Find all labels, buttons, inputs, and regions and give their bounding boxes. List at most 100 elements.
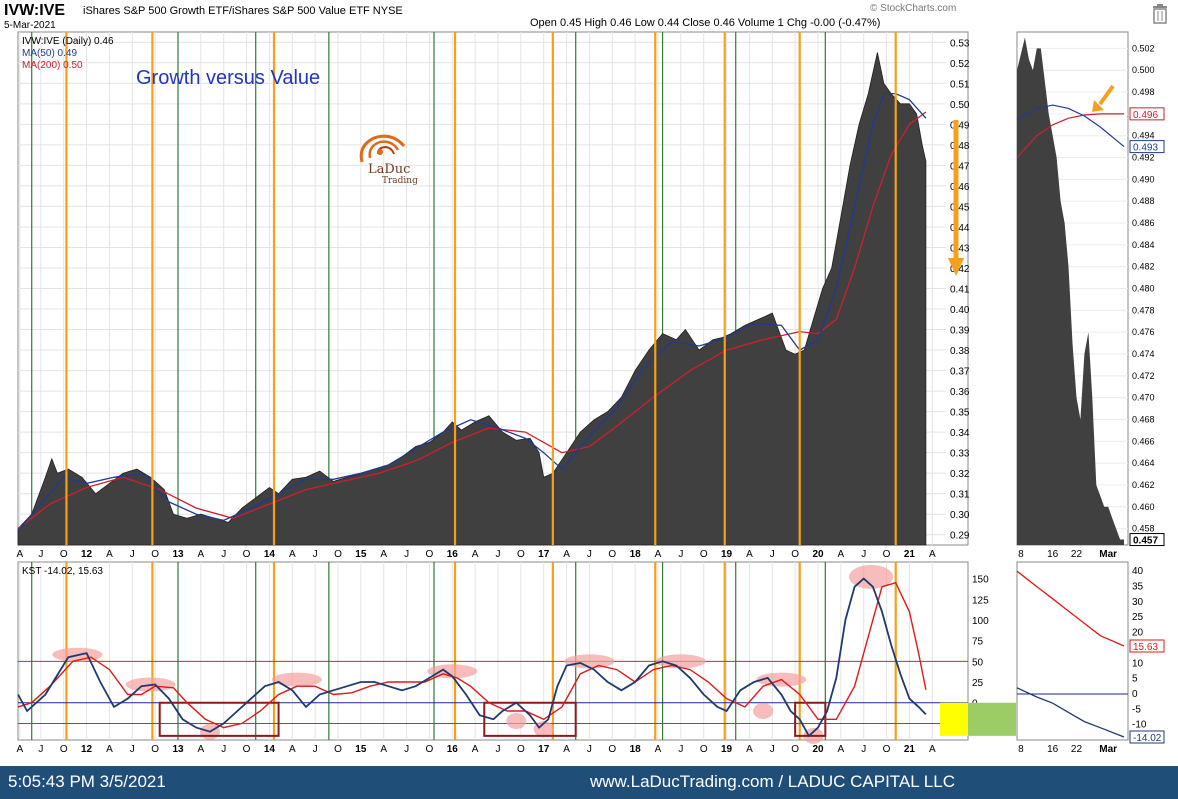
x-tick-label: A: [472, 744, 479, 755]
x-tick-label: A: [929, 744, 936, 755]
x-tick-label: O: [151, 549, 159, 560]
x-tick-label: 15: [355, 549, 367, 560]
y-tick-label: 0.53: [950, 38, 970, 49]
y-tick-label: 150: [972, 575, 989, 586]
x-tick-label: O: [700, 744, 708, 755]
x-tick-label: J: [496, 744, 501, 755]
x-tick-label: 19: [721, 549, 733, 560]
value-tag: 0.457: [1133, 536, 1158, 547]
laduc-logo: LaDuc Trading: [352, 132, 432, 192]
y-tick-label: -10: [1132, 720, 1147, 731]
y-tick-label: 0.38: [950, 346, 970, 357]
x-tick-label: J: [587, 744, 592, 755]
x-tick-label: A: [380, 744, 387, 755]
y-tick-label: 0.482: [1132, 262, 1155, 272]
y-tick-label: 0.43: [950, 243, 970, 254]
x-tick-label: J: [861, 744, 866, 755]
y-tick-label: 0.478: [1132, 305, 1155, 315]
x-tick-label: 21: [904, 549, 916, 560]
x-tick-label: O: [791, 549, 799, 560]
y-tick-label: 0.45: [950, 202, 970, 213]
y-tick-label: 0.35: [950, 408, 970, 419]
x-tick-label: A: [838, 744, 845, 755]
x-tick-label: J: [221, 744, 226, 755]
value-tag: 0.493: [1133, 143, 1158, 154]
x-tick-label: J: [678, 549, 683, 560]
y-tick-label: 35: [1132, 582, 1144, 593]
x-tick-label: A: [655, 744, 662, 755]
y-tick-label: 0.476: [1132, 327, 1155, 337]
value-tag: -14.02: [1133, 733, 1162, 744]
kst-zoom-panel: 81622Mar-10-5051015202530354015.63-14.02: [1016, 561, 1165, 755]
x-tick-label: A: [16, 744, 23, 755]
x-tick-label: O: [883, 744, 891, 755]
x-tick-label: 13: [172, 549, 184, 560]
y-tick-label: 0.460: [1132, 502, 1155, 512]
x-tick-label: A: [198, 744, 205, 755]
x-tick-label: 12: [81, 549, 93, 560]
y-tick-label: 10: [1132, 658, 1144, 669]
y-tick-label: 0.462: [1132, 480, 1155, 490]
y-tick-label: 0.32: [950, 469, 970, 480]
x-tick-label: A: [563, 549, 570, 560]
x-tick-label: J: [770, 549, 775, 560]
y-tick-label: 5: [1132, 674, 1138, 685]
logo-text-laduc: LaDuc: [368, 162, 411, 177]
chart-canvas: 0.29 0.30 0.31 0.32 0.33 0.34 0.35 0.36 0.37 0.38…: [16, 31, 1165, 755]
y-tick-label: 0.51: [950, 79, 970, 90]
x-tick-label: J: [221, 549, 226, 560]
x-tick-label: J: [770, 744, 775, 755]
x-tick-label: A: [106, 549, 113, 560]
y-tick-label: 30: [1132, 597, 1144, 608]
x-tick-label: J: [130, 744, 135, 755]
x-tick-label: 20: [812, 549, 824, 560]
x-tick-label: O: [426, 549, 434, 560]
y-tick-label: 0.486: [1132, 218, 1155, 228]
x-tick-label: O: [608, 744, 616, 755]
value-tag: 15.63: [1133, 642, 1158, 653]
x-tick-label: 17: [538, 744, 550, 755]
x-tick-label: 16: [1047, 549, 1059, 560]
x-tick-label: A: [746, 549, 753, 560]
y-tick-label: 0.48: [950, 141, 970, 152]
y-tick-label: 0.488: [1132, 196, 1155, 206]
y-tick-label: 0.502: [1132, 43, 1155, 53]
x-tick-label: J: [38, 744, 43, 755]
current-zone-green: [968, 702, 1016, 736]
y-tick-label: 0.50: [950, 100, 970, 111]
price-zoom-panel: 0.458 0.460 0.462 0.464 0.466 0.468 0.470 0.472…: [1016, 31, 1165, 560]
x-tick-label: A: [838, 549, 845, 560]
legend-kst: KST -14.02, 15.63: [22, 566, 103, 577]
x-tick-label: 14: [264, 744, 276, 755]
y-tick-label: 0.466: [1132, 436, 1155, 446]
x-tick-label: 8: [1018, 549, 1024, 560]
y-tick-label: 0.498: [1132, 87, 1155, 97]
x-tick-label: O: [517, 744, 525, 755]
y-tick-label: 0.37: [950, 367, 970, 378]
x-tick-label: A: [16, 549, 23, 560]
x-tick-label: J: [313, 549, 318, 560]
peak-highlight: [564, 654, 615, 669]
x-tick-label: O: [883, 549, 891, 560]
y-tick-label: 0.484: [1132, 240, 1155, 250]
x-tick-label: 20: [812, 744, 824, 755]
y-tick-label: 0.492: [1132, 153, 1155, 163]
y-tick-label: 0.49: [950, 120, 970, 131]
x-tick-label: O: [243, 549, 251, 560]
x-tick-label: J: [313, 744, 318, 755]
y-tick-label: 100: [972, 616, 989, 627]
x-tick-label: 17: [538, 549, 550, 560]
y-tick-label: 0.44: [950, 223, 970, 234]
x-tick-label: J: [38, 549, 43, 560]
y-tick-label: -5: [1132, 704, 1141, 715]
y-tick-label: 0.52: [950, 59, 970, 70]
y-tick-label: 0.46: [950, 182, 970, 193]
y-tick-label: 0.30: [950, 510, 970, 521]
x-tick-label: O: [151, 744, 159, 755]
x-tick-label: A: [655, 549, 662, 560]
logo-text-trading: Trading: [382, 176, 418, 186]
x-tick-label: A: [106, 744, 113, 755]
legend-price: IVW:IVE (Daily) 0.46: [22, 36, 114, 47]
x-tick-label: J: [678, 744, 683, 755]
chart-annotation-title: Growth versus Value: [136, 67, 320, 89]
